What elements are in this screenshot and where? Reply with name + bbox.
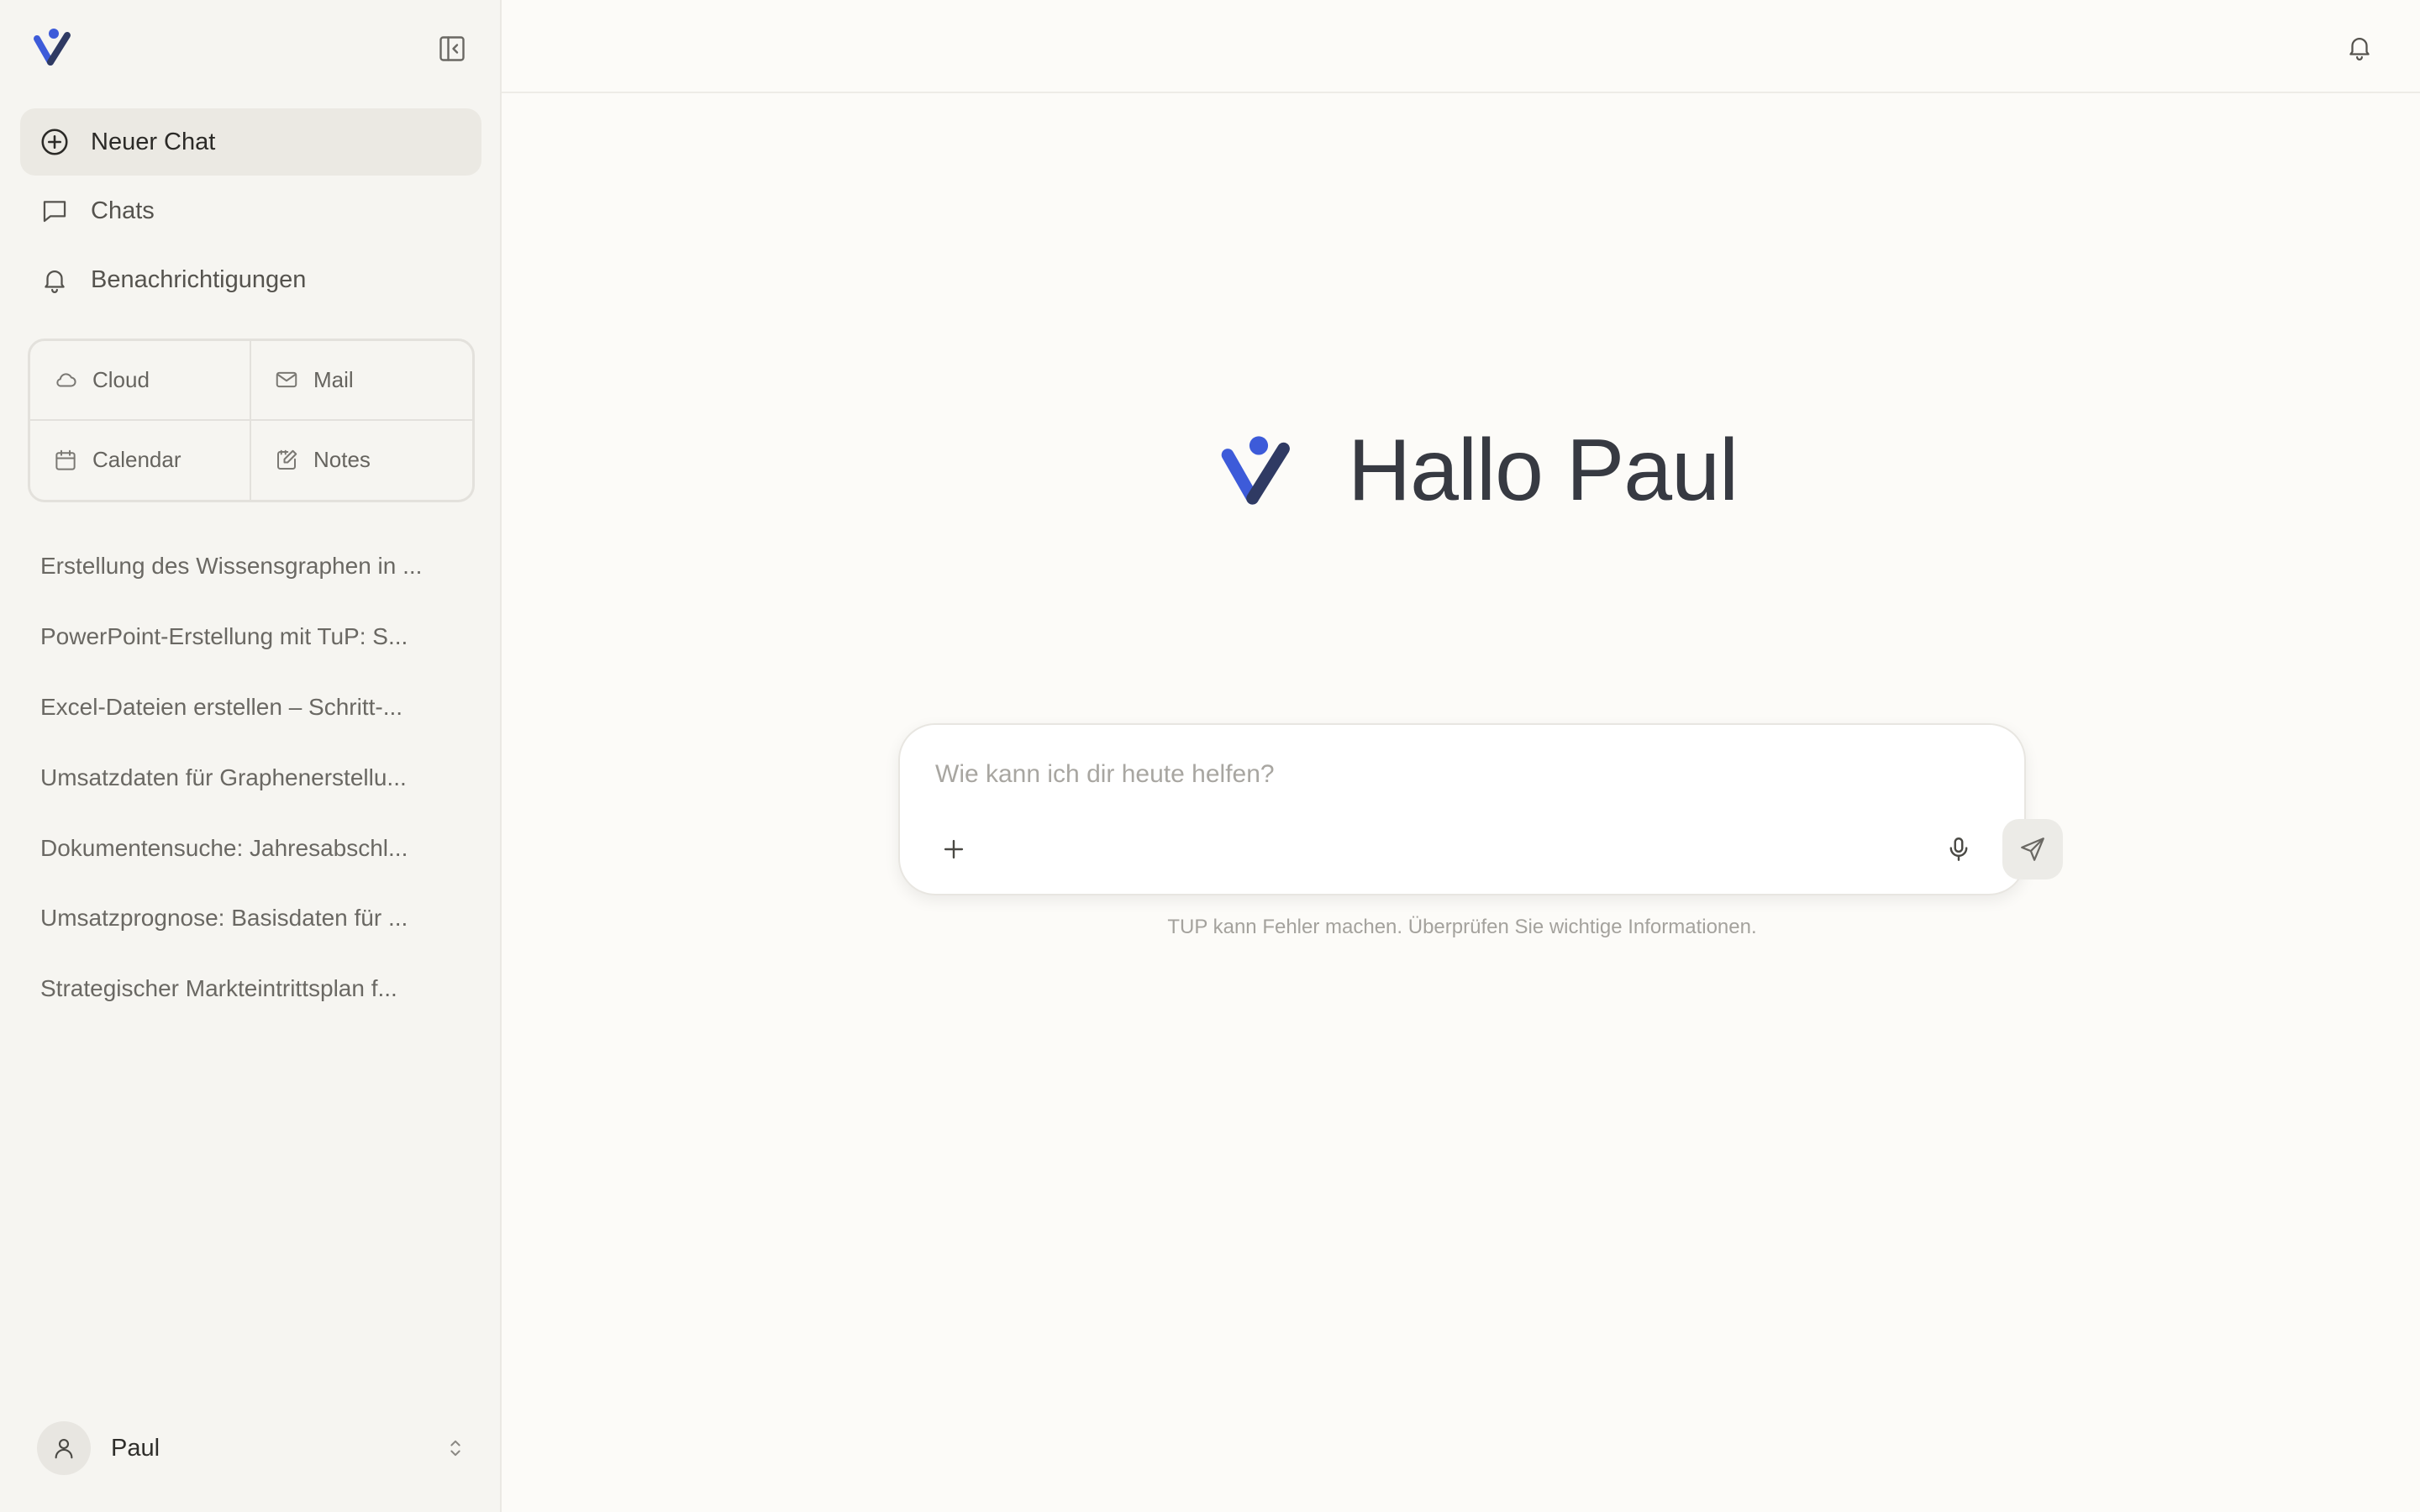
user-menu-button[interactable]: Paul [37, 1420, 471, 1477]
notes-icon [273, 447, 300, 474]
plus-circle-icon [39, 126, 71, 158]
chat-history-item[interactable]: PowerPoint-Erstellung mit TuP: S... [40, 612, 435, 662]
app-calendar[interactable]: Calendar [30, 420, 251, 500]
app-notes-label: Notes [313, 447, 371, 473]
top-bar [502, 0, 2420, 93]
chat-history-item[interactable]: Strategischer Markteintrittsplan f... [40, 963, 435, 1014]
attach-button[interactable] [934, 829, 974, 869]
chat-composer [898, 723, 2063, 895]
app-mail-label: Mail [313, 366, 354, 392]
chevron-up-down-icon [440, 1433, 471, 1463]
cloud-icon [52, 366, 79, 393]
chat-bubble-icon [39, 195, 71, 227]
mail-icon [273, 366, 300, 393]
voice-input-button[interactable] [1939, 829, 1979, 869]
chat-history-item[interactable]: Dokumentensuche: Jahresabschl... [40, 823, 435, 874]
send-button[interactable] [2002, 819, 2063, 879]
apps-grid: Cloud Mail Calendar Notes [28, 339, 475, 502]
microphone-icon [1949, 837, 1968, 861]
bell-icon [2349, 38, 2370, 60]
avatar [37, 1421, 91, 1475]
send-icon [2021, 837, 2044, 861]
collapse-sidebar-button[interactable] [432, 29, 472, 69]
calendar-icon [52, 447, 79, 474]
app-window: Neuer Chat Chats Benachrichtigungen Clou… [0, 0, 2420, 1512]
greeting-title: Hallo Paul [1348, 421, 1739, 519]
chat-history-item[interactable]: Erstellung des Wissensgraphen in ... [40, 541, 435, 591]
greeting-hero: Hallo Paul [1218, 420, 1739, 521]
plus-icon [944, 839, 964, 859]
notifications-label: Benachrichtigungen [91, 265, 307, 293]
user-icon [55, 1438, 73, 1459]
sidebar-collapse-icon [439, 36, 465, 61]
sidebar-item-chats[interactable]: Chats [20, 177, 481, 244]
brand-logo-icon[interactable] [32, 25, 76, 69]
disclaimer-text: TUP kann Fehler machen. Überprüfen Sie w… [1167, 916, 1757, 938]
app-mail[interactable]: Mail [251, 341, 472, 421]
chat-history-item[interactable]: Excel-Dateien erstellen – Schritt-... [40, 682, 435, 732]
notifications-button[interactable] [2339, 27, 2380, 67]
chat-history-item[interactable]: Umsatzprognose: Basisdaten für ... [40, 893, 435, 943]
sidebar: Neuer Chat Chats Benachrichtigungen Clou… [0, 0, 502, 1512]
sidebar-item-notifications[interactable]: Benachrichtigungen [20, 246, 481, 313]
bell-icon [39, 264, 71, 296]
chat-history-item[interactable]: Umsatzdaten für Graphenerstellu... [40, 753, 435, 803]
chats-label: Chats [91, 197, 155, 224]
app-cloud[interactable]: Cloud [30, 341, 251, 421]
user-name: Paul [111, 1434, 160, 1462]
new-chat-button[interactable]: Neuer Chat [20, 108, 481, 176]
app-calendar-label: Calendar [92, 447, 182, 473]
chat-input[interactable] [934, 750, 1945, 799]
app-notes[interactable]: Notes [251, 421, 472, 501]
new-chat-label: Neuer Chat [91, 128, 216, 155]
brand-logo-icon [1221, 436, 1290, 505]
app-cloud-label: Cloud [92, 366, 150, 392]
